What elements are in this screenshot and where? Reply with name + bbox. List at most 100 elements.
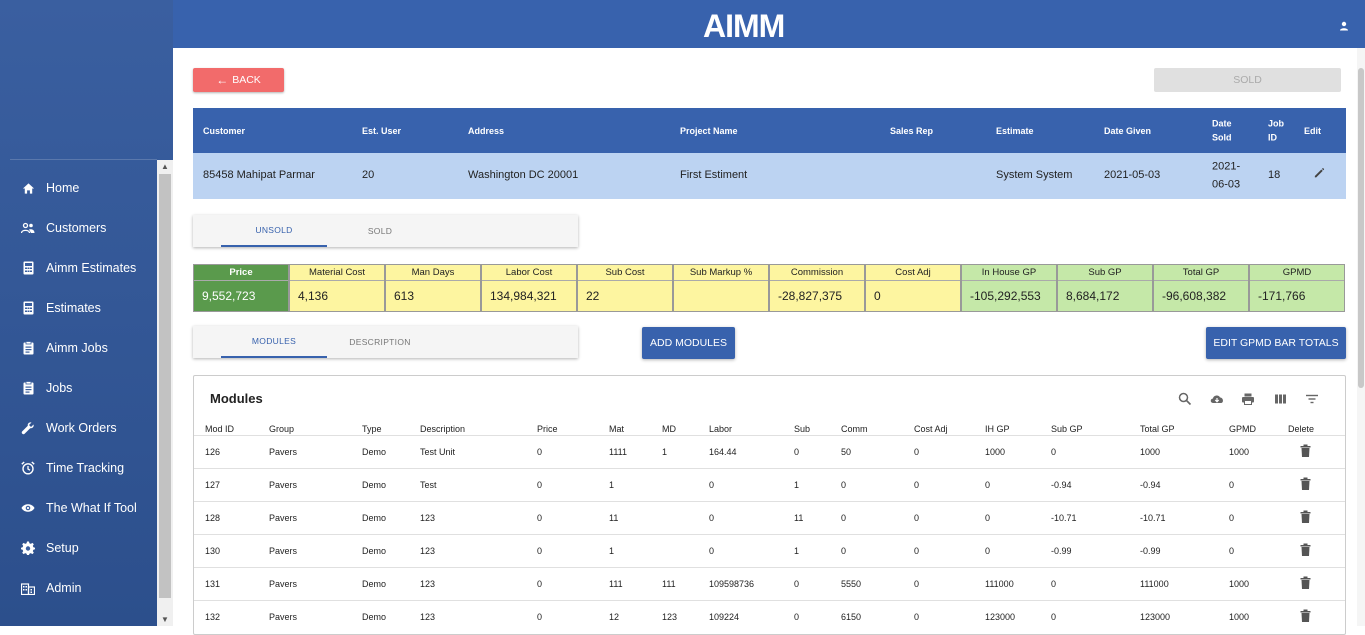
table-row[interactable]: 126 Pavers Demo Test Unit 0 1111 1 164.44 0 50 0 10… <box>194 435 1345 468</box>
sidebar-item-admin[interactable]: Admin <box>0 568 157 608</box>
column-header[interactable]: Sub <box>794 424 810 434</box>
column-header[interactable]: Total GP <box>1140 424 1175 434</box>
table-cell: 123 <box>662 612 678 622</box>
filter-icon[interactable] <box>1305 392 1319 411</box>
estimate-info-table: Customer Est. User Address Project Name … <box>193 108 1346 199</box>
tab-unsold[interactable]: UNSOLD <box>221 215 327 247</box>
arrow-left-icon: ← <box>216 73 229 87</box>
edit-pencil-icon[interactable] <box>1313 166 1326 186</box>
main-scrollbar[interactable] <box>1357 48 1365 626</box>
user-icon[interactable] <box>1339 18 1349 36</box>
sidebar-scrollbar[interactable]: ▲ ▼ <box>157 160 173 626</box>
table-cell: 0 <box>1051 579 1057 589</box>
calculator-icon <box>20 300 36 316</box>
sidebar-item-customers[interactable]: Customers <box>0 208 157 248</box>
sidebar-item-jobs[interactable]: Jobs <box>0 368 157 408</box>
summary-value: 134,984,321 <box>482 281 576 311</box>
delete-icon[interactable] <box>1300 543 1311 559</box>
delete-icon[interactable] <box>1300 609 1311 625</box>
sidebar: Home Customers Aimm Estimates Estimates Aimm… <box>0 0 173 626</box>
table-row[interactable]: 131 Pavers Demo 123 0 111 111 109598736 0 5550 0 11… <box>194 567 1345 600</box>
header-est-user: Est. User <box>362 125 402 136</box>
column-header[interactable]: Group <box>269 424 294 434</box>
delete-icon[interactable] <box>1300 477 1311 493</box>
scrollbar-thumb[interactable] <box>159 174 171 598</box>
sidebar-item-aimm-jobs[interactable]: Aimm Jobs <box>0 328 157 368</box>
tab-description[interactable]: DESCRIPTION <box>327 326 433 358</box>
summary-label: Sub Cost <box>578 265 672 281</box>
summary-cell-total-gp: Total GP -96,608,382 <box>1153 264 1249 312</box>
table-cell: -10.71 <box>1051 513 1077 523</box>
estimate-value: System System <box>996 169 1073 182</box>
column-header[interactable]: Delete <box>1288 424 1314 434</box>
sidebar-item-the-what-if-tool[interactable]: The What If Tool <box>0 488 157 528</box>
table-row[interactable]: 130 Pavers Demo 123 0 1 0 1 0 0 0 -0.99 -0.99 0 <box>194 534 1345 567</box>
clipboard-icon <box>20 380 36 396</box>
view-columns-icon[interactable] <box>1274 392 1287 411</box>
sold-button[interactable]: SOLD <box>1154 68 1341 92</box>
column-header[interactable]: Mat <box>609 424 624 434</box>
column-header[interactable]: Mod ID <box>205 424 234 434</box>
print-icon[interactable] <box>1241 392 1255 411</box>
table-cell: 1000 <box>1140 447 1161 457</box>
scroll-up-icon[interactable]: ▲ <box>161 162 169 171</box>
sidebar-item-aimm-estimates[interactable]: Aimm Estimates <box>0 248 157 288</box>
module-tabs: MODULES DESCRIPTION <box>193 326 578 358</box>
sidebar-item-home[interactable]: Home <box>0 168 157 208</box>
table-row[interactable]: 128 Pavers Demo 123 0 11 0 11 0 0 0 -10.71 -10.71 0 <box>194 501 1345 534</box>
summary-cell-sub-markup: Sub Markup % <box>673 264 769 312</box>
sidebar-item-work-orders[interactable]: Work Orders <box>0 408 157 448</box>
sidebar-nav: Home Customers Aimm Estimates Estimates Aimm… <box>0 168 157 608</box>
cloud-download-icon[interactable] <box>1209 392 1225 411</box>
table-cell: 1 <box>794 546 800 556</box>
search-icon[interactable] <box>1178 392 1192 411</box>
delete-icon[interactable] <box>1300 444 1311 460</box>
table-cell: 0 <box>794 579 800 589</box>
table-cell: 0 <box>914 546 920 556</box>
column-header[interactable]: Type <box>362 424 382 434</box>
add-modules-button[interactable]: ADD MODULES <box>642 327 735 359</box>
column-header[interactable]: Price <box>537 424 558 434</box>
back-button[interactable]: ← BACK <box>193 68 284 92</box>
column-header[interactable]: MD <box>662 424 676 434</box>
column-header[interactable]: Labor <box>709 424 732 434</box>
column-header[interactable]: Cost Adj <box>914 424 948 434</box>
column-header[interactable]: GPMD <box>1229 424 1256 434</box>
table-cell: 0 <box>985 513 991 523</box>
modules-table: Modules Mod ID Group Type Description Price M… <box>193 375 1346 635</box>
sidebar-item-time-tracking[interactable]: Time Tracking <box>0 448 157 488</box>
header-customer: Customer <box>203 125 246 136</box>
scroll-down-icon[interactable]: ▼ <box>161 615 169 624</box>
sidebar-item-label: Admin <box>46 581 82 595</box>
delete-icon[interactable] <box>1300 510 1311 526</box>
back-label: BACK <box>232 74 261 86</box>
sidebar-item-label: Aimm Jobs <box>46 341 108 355</box>
table-cell: Demo <box>362 480 387 490</box>
table-cell: 123000 <box>985 612 1016 622</box>
table-cell: 0 <box>914 579 920 589</box>
gear-icon <box>20 540 36 556</box>
table-cell: Test Unit <box>420 447 456 457</box>
table-row[interactable]: 127 Pavers Demo Test 0 1 0 1 0 0 0 -0.94 -0.94 0 <box>194 468 1345 501</box>
table-cell: 0 <box>537 579 543 589</box>
sidebar-item-estimates[interactable]: Estimates <box>0 288 157 328</box>
edit-gpmd-bar-totals-button[interactable]: EDIT GPMD BAR TOTALS <box>1206 327 1346 359</box>
column-header[interactable]: Sub GP <box>1051 424 1083 434</box>
top-bar: AIMM <box>173 0 1365 48</box>
tab-modules[interactable]: MODULES <box>221 326 327 358</box>
column-header[interactable]: Description <box>420 424 465 434</box>
summary-cell-gpmd: GPMD -171,766 <box>1249 264 1345 312</box>
table-cell: Pavers <box>269 579 298 589</box>
header-sales-rep: Sales Rep <box>890 125 934 136</box>
sidebar-item-setup[interactable]: Setup <box>0 528 157 568</box>
table-cell: 0 <box>841 513 847 523</box>
tab-sold[interactable]: SOLD <box>327 215 433 247</box>
table-row[interactable]: 132 Pavers Demo 123 0 12 123 109224 0 6150 0 123000… <box>194 600 1345 633</box>
delete-icon[interactable] <box>1300 576 1311 592</box>
header-project-name: Project Name <box>680 125 738 136</box>
table-cell: 123000 <box>1140 612 1171 622</box>
summary-cell-sub-gp: Sub GP 8,684,172 <box>1057 264 1153 312</box>
table-cell: Demo <box>362 546 387 556</box>
column-header[interactable]: Comm <box>841 424 868 434</box>
column-header[interactable]: IH GP <box>985 424 1010 434</box>
